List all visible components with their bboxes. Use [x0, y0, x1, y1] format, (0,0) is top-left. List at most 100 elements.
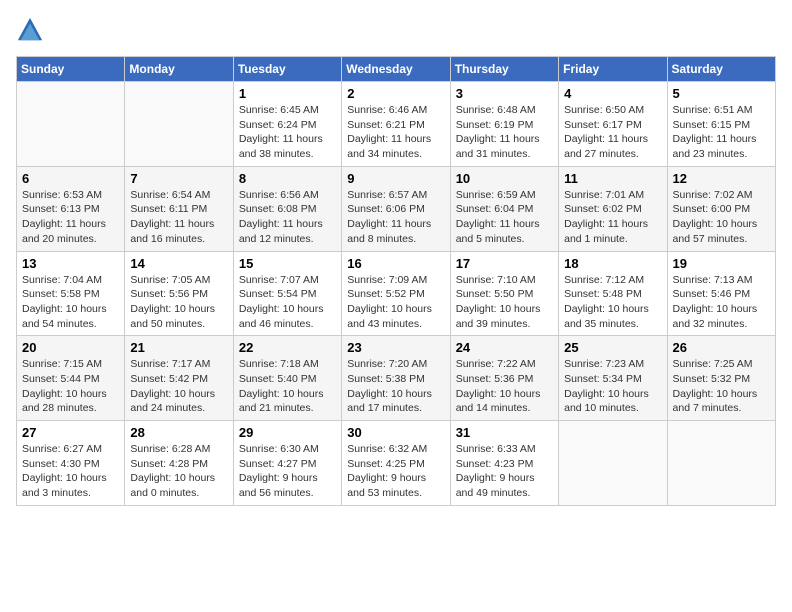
day-info: Sunrise: 7:17 AM Sunset: 5:42 PM Dayligh…	[130, 357, 227, 416]
day-info: Sunrise: 6:48 AM Sunset: 6:19 PM Dayligh…	[456, 103, 553, 162]
calendar-cell: 2Sunrise: 6:46 AM Sunset: 6:21 PM Daylig…	[342, 82, 450, 167]
day-info: Sunrise: 7:25 AM Sunset: 5:32 PM Dayligh…	[673, 357, 770, 416]
day-number: 7	[130, 171, 227, 186]
calendar-cell: 31 Sunrise: 6:33 AM Sunset: 4:23 PM Dayli…	[450, 421, 558, 506]
day-number: 16	[347, 256, 444, 271]
day-number: 8	[239, 171, 336, 186]
week-row-0: 1 Sunrise: 6:45 AM Sunset: 6:24 PM Daylig…	[17, 82, 776, 167]
calendar-cell: 11Sunrise: 7:01 AM Sunset: 6:02 PM Dayli…	[559, 166, 667, 251]
day-number: 1	[239, 86, 336, 101]
day-info: Sunrise: 6:59 AM Sunset: 6:04 PM Dayligh…	[456, 188, 553, 247]
calendar-cell: 26 Sunrise: 7:25 AM Sunset: 5:32 PM Dayli…	[667, 336, 775, 421]
day-number: 19	[673, 256, 770, 271]
page-header	[16, 16, 776, 44]
calendar-cell	[667, 421, 775, 506]
week-row-3: 20 Sunrise: 7:15 AM Sunset: 5:44 PM Dayli…	[17, 336, 776, 421]
day-number: 2	[347, 86, 444, 101]
calendar-cell: 21 Sunrise: 7:17 AM Sunset: 5:42 PM Dayli…	[125, 336, 233, 421]
day-info: Sunrise: 7:12 AM Sunset: 5:48 PM Dayligh…	[564, 273, 661, 332]
calendar-cell: 15 Sunrise: 7:07 AM Sunset: 5:54 PM Dayli…	[233, 251, 341, 336]
logo	[16, 16, 48, 44]
day-info: Sunrise: 7:15 AM Sunset: 5:44 PM Dayligh…	[22, 357, 119, 416]
day-number: 28	[130, 425, 227, 440]
calendar-cell: 6Sunrise: 6:53 AM Sunset: 6:13 PM Daylig…	[17, 166, 125, 251]
header-friday: Friday	[559, 57, 667, 82]
calendar-cell: 8 Sunrise: 6:56 AM Sunset: 6:08 PM Daylig…	[233, 166, 341, 251]
day-info: Sunrise: 7:20 AM Sunset: 5:38 PM Dayligh…	[347, 357, 444, 416]
day-number: 13	[22, 256, 119, 271]
calendar-cell: 5Sunrise: 6:51 AM Sunset: 6:15 PM Daylig…	[667, 82, 775, 167]
calendar-table: SundayMondayTuesdayWednesdayThursdayFrid…	[16, 56, 776, 506]
day-info: Sunrise: 6:50 AM Sunset: 6:17 PM Dayligh…	[564, 103, 661, 162]
day-info: Sunrise: 6:54 AM Sunset: 6:11 PM Dayligh…	[130, 188, 227, 247]
day-number: 15	[239, 256, 336, 271]
day-info: Sunrise: 6:53 AM Sunset: 6:13 PM Dayligh…	[22, 188, 119, 247]
calendar-cell: 23 Sunrise: 7:20 AM Sunset: 5:38 PM Dayli…	[342, 336, 450, 421]
day-number: 4	[564, 86, 661, 101]
header-wednesday: Wednesday	[342, 57, 450, 82]
day-info: Sunrise: 7:04 AM Sunset: 5:58 PM Dayligh…	[22, 273, 119, 332]
day-info: Sunrise: 7:13 AM Sunset: 5:46 PM Dayligh…	[673, 273, 770, 332]
calendar-cell	[125, 82, 233, 167]
day-info: Sunrise: 6:56 AM Sunset: 6:08 PM Dayligh…	[239, 188, 336, 247]
day-number: 30	[347, 425, 444, 440]
calendar-cell	[559, 421, 667, 506]
calendar-cell: 12 Sunrise: 7:02 AM Sunset: 6:00 PM Dayli…	[667, 166, 775, 251]
calendar-cell: 27Sunrise: 6:27 AM Sunset: 4:30 PM Dayli…	[17, 421, 125, 506]
day-number: 10	[456, 171, 553, 186]
calendar-cell: 30 Sunrise: 6:32 AM Sunset: 4:25 PM Dayli…	[342, 421, 450, 506]
day-number: 20	[22, 340, 119, 355]
day-number: 18	[564, 256, 661, 271]
day-info: Sunrise: 7:09 AM Sunset: 5:52 PM Dayligh…	[347, 273, 444, 332]
day-info: Sunrise: 6:57 AM Sunset: 6:06 PM Dayligh…	[347, 188, 444, 247]
calendar-cell: 19 Sunrise: 7:13 AM Sunset: 5:46 PM Dayli…	[667, 251, 775, 336]
header-tuesday: Tuesday	[233, 57, 341, 82]
day-number: 23	[347, 340, 444, 355]
calendar-cell: 7 Sunrise: 6:54 AM Sunset: 6:11 PM Daylig…	[125, 166, 233, 251]
calendar-cell: 13 Sunrise: 7:04 AM Sunset: 5:58 PM Dayli…	[17, 251, 125, 336]
day-number: 9	[347, 171, 444, 186]
calendar-cell: 1 Sunrise: 6:45 AM Sunset: 6:24 PM Daylig…	[233, 82, 341, 167]
day-info: Sunrise: 6:28 AM Sunset: 4:28 PM Dayligh…	[130, 442, 227, 501]
day-number: 24	[456, 340, 553, 355]
calendar-cell: 9 Sunrise: 6:57 AM Sunset: 6:06 PM Daylig…	[342, 166, 450, 251]
calendar-cell: 22 Sunrise: 7:18 AM Sunset: 5:40 PM Dayli…	[233, 336, 341, 421]
calendar-cell: 24Sunrise: 7:22 AM Sunset: 5:36 PM Dayli…	[450, 336, 558, 421]
header-monday: Monday	[125, 57, 233, 82]
calendar-cell: 18 Sunrise: 7:12 AM Sunset: 5:48 PM Dayli…	[559, 251, 667, 336]
calendar-cell: 14Sunrise: 7:05 AM Sunset: 5:56 PM Dayli…	[125, 251, 233, 336]
week-row-1: 6Sunrise: 6:53 AM Sunset: 6:13 PM Daylig…	[17, 166, 776, 251]
day-info: Sunrise: 6:33 AM Sunset: 4:23 PM Dayligh…	[456, 442, 553, 501]
header-saturday: Saturday	[667, 57, 775, 82]
day-number: 21	[130, 340, 227, 355]
calendar-cell	[17, 82, 125, 167]
day-number: 12	[673, 171, 770, 186]
day-info: Sunrise: 7:01 AM Sunset: 6:02 PM Dayligh…	[564, 188, 661, 247]
day-number: 29	[239, 425, 336, 440]
day-info: Sunrise: 7:18 AM Sunset: 5:40 PM Dayligh…	[239, 357, 336, 416]
week-row-2: 13 Sunrise: 7:04 AM Sunset: 5:58 PM Dayli…	[17, 251, 776, 336]
calendar-body: 1 Sunrise: 6:45 AM Sunset: 6:24 PM Daylig…	[17, 82, 776, 506]
calendar-cell: 10 Sunrise: 6:59 AM Sunset: 6:04 PM Dayli…	[450, 166, 558, 251]
day-number: 26	[673, 340, 770, 355]
day-number: 17	[456, 256, 553, 271]
day-info: Sunrise: 6:32 AM Sunset: 4:25 PM Dayligh…	[347, 442, 444, 501]
day-info: Sunrise: 6:51 AM Sunset: 6:15 PM Dayligh…	[673, 103, 770, 162]
calendar-cell: 4 Sunrise: 6:50 AM Sunset: 6:17 PM Daylig…	[559, 82, 667, 167]
day-number: 3	[456, 86, 553, 101]
calendar-cell: 25Sunrise: 7:23 AM Sunset: 5:34 PM Dayli…	[559, 336, 667, 421]
day-number: 31	[456, 425, 553, 440]
logo-icon	[16, 16, 44, 44]
header-thursday: Thursday	[450, 57, 558, 82]
calendar-cell: 3 Sunrise: 6:48 AM Sunset: 6:19 PM Daylig…	[450, 82, 558, 167]
day-info: Sunrise: 7:07 AM Sunset: 5:54 PM Dayligh…	[239, 273, 336, 332]
day-info: Sunrise: 7:10 AM Sunset: 5:50 PM Dayligh…	[456, 273, 553, 332]
day-info: Sunrise: 6:27 AM Sunset: 4:30 PM Dayligh…	[22, 442, 119, 501]
calendar-cell: 16 Sunrise: 7:09 AM Sunset: 5:52 PM Dayli…	[342, 251, 450, 336]
calendar-header: SundayMondayTuesdayWednesdayThursdayFrid…	[17, 57, 776, 82]
day-number: 14	[130, 256, 227, 271]
day-info: Sunrise: 7:02 AM Sunset: 6:00 PM Dayligh…	[673, 188, 770, 247]
day-info: Sunrise: 6:45 AM Sunset: 6:24 PM Dayligh…	[239, 103, 336, 162]
calendar-cell: 20 Sunrise: 7:15 AM Sunset: 5:44 PM Dayli…	[17, 336, 125, 421]
day-number: 22	[239, 340, 336, 355]
